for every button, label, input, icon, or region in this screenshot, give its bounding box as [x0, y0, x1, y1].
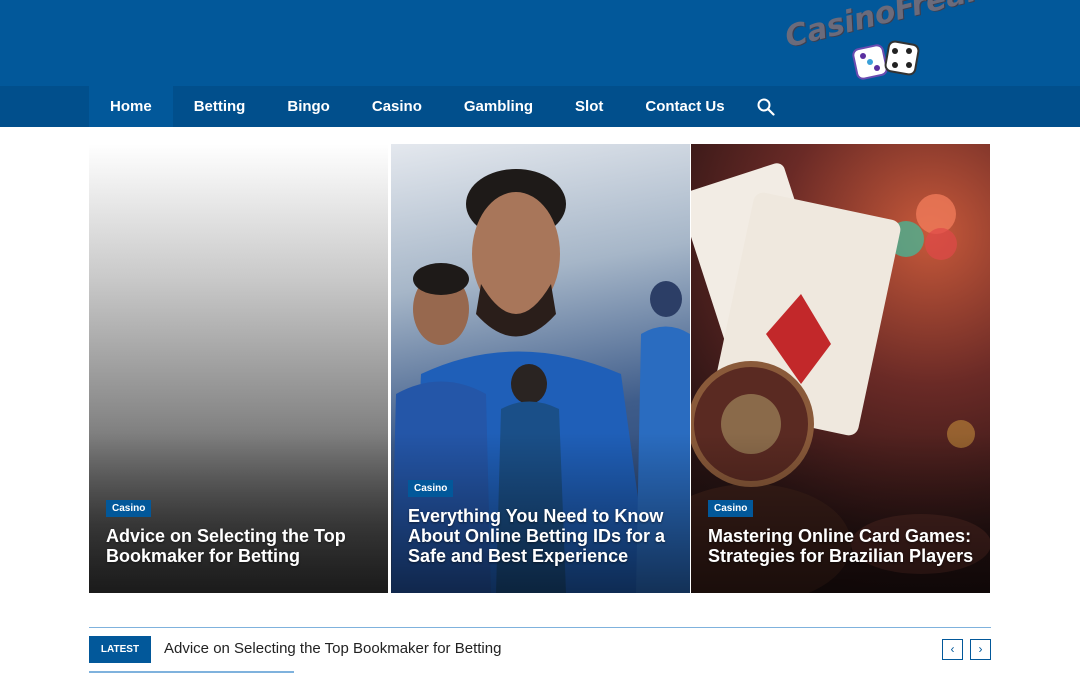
dice-icon	[884, 40, 920, 76]
search-icon	[757, 98, 775, 116]
category-badge[interactable]: Casino	[106, 500, 152, 517]
nav-item-home[interactable]: Home	[89, 86, 173, 127]
chevron-left-icon: ‹	[950, 642, 955, 656]
site-header: CasinoFreakers	[0, 0, 1080, 86]
featured-posts: Casino Advice on Selecting the Top Bookm…	[89, 144, 991, 593]
dice-icon	[852, 44, 888, 80]
search-button[interactable]	[746, 86, 786, 127]
nav-item-betting[interactable]: Betting	[173, 86, 267, 127]
ticker-headline[interactable]: Advice on Selecting the Top Bookmaker fo…	[164, 640, 501, 657]
latest-label: LATEST	[89, 636, 151, 663]
card-title[interactable]: Mastering Online Card Games: Strategies …	[708, 526, 978, 566]
chevron-right-icon: ›	[978, 642, 983, 656]
nav-item-slot[interactable]: Slot	[554, 86, 624, 127]
card-title[interactable]: Everything You Need to Know About Online…	[408, 506, 678, 566]
featured-card[interactable]: Casino Advice on Selecting the Top Bookm…	[89, 144, 388, 593]
nav-item-casino[interactable]: Casino	[351, 86, 443, 127]
featured-card[interactable]: Casino Everything You Need to Know About…	[391, 144, 690, 593]
nav-item-gambling[interactable]: Gambling	[443, 86, 554, 127]
ticker-bottom-border	[89, 671, 294, 673]
main-navigation: Home Betting Bingo Casino Gambling Slot …	[0, 86, 1080, 127]
nav-menu: Home Betting Bingo Casino Gambling Slot …	[89, 86, 786, 127]
category-badge[interactable]: Casino	[408, 480, 454, 497]
featured-card[interactable]: Casino Mastering Online Card Games: Stra…	[691, 144, 990, 593]
ticker-next-button[interactable]: ›	[970, 639, 991, 660]
nav-item-contact-us[interactable]: Contact Us	[624, 86, 745, 127]
site-logo[interactable]: CasinoFreakers	[782, 0, 1039, 82]
ticker-prev-button[interactable]: ‹	[942, 639, 963, 660]
ticker-top-border	[89, 627, 991, 628]
card-title[interactable]: Advice on Selecting the Top Bookmaker fo…	[106, 526, 376, 566]
nav-item-bingo[interactable]: Bingo	[266, 86, 351, 127]
category-badge[interactable]: Casino	[708, 500, 754, 517]
